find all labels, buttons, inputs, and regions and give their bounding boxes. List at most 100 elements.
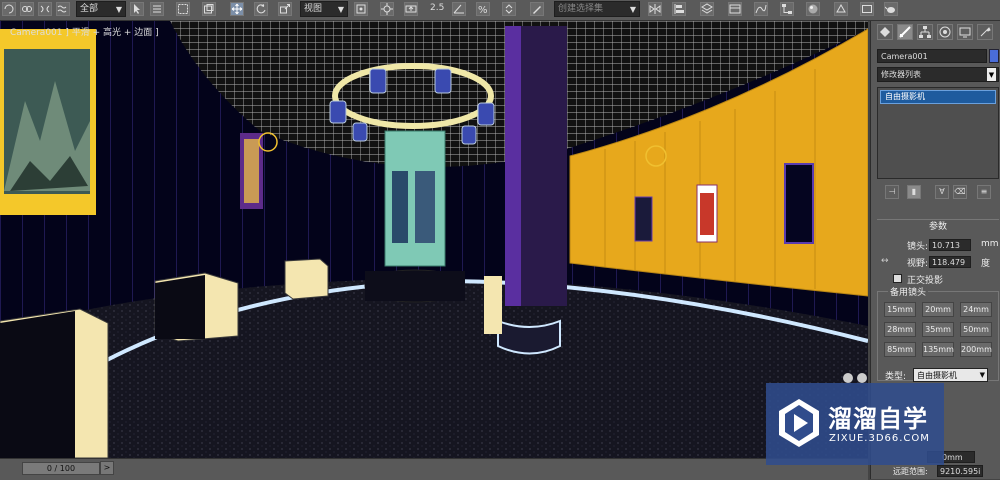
mirror-icon[interactable] [648,2,662,16]
camera-type-label: 类型: [885,372,907,382]
lens-button-85mm[interactable]: 85mm [884,342,916,357]
chevron-down-icon: ▼ [337,5,344,14]
viewport-label[interactable]: Camera001 ] 平滑 + 高光 + 边面 ] [10,25,159,38]
far-range-label: 远距范围: [893,467,928,476]
time-slider[interactable]: 0 / 100 > [0,458,868,480]
schematic-view-icon[interactable] [780,2,794,16]
reference-coordinate-value: 视图 [304,4,323,14]
camera-type-value: 自由摄影机 [917,371,957,380]
display-block-2 [284,258,329,300]
move-icon[interactable] [230,2,244,16]
chevron-down-icon: ▼ [987,68,996,81]
modifier-stack[interactable]: 自由摄影机 [877,87,999,179]
window-crossing-icon[interactable] [202,2,216,16]
named-selection-placeholder: 创建选择集 [558,4,604,14]
orthographic-checkbox[interactable] [893,274,902,283]
select-manipulate-icon[interactable] [380,2,394,16]
stack-toolbar: ⊣ ▮ ∀ ⌫ ≡ [877,184,999,202]
parameters-rollout-title[interactable]: 参数 [877,219,999,234]
lens-button-24mm[interactable]: 24mm [960,302,992,317]
show-end-result-icon[interactable]: ▮ [907,185,921,199]
material-editor-icon[interactable] [806,2,820,16]
align-icon[interactable] [672,2,686,16]
scene-render [0,21,868,458]
frame-readout[interactable]: 0 / 100 [22,462,100,475]
chevron-down-icon: ▼ [115,5,122,14]
selection-filter-dropdown[interactable]: 全部 ▼ [76,1,126,17]
lens-unit: mm [981,239,999,249]
lens-spinner[interactable]: 10.713 [929,239,971,251]
named-selection-set-dropdown[interactable]: 创建选择集 ▼ [554,1,640,17]
floor [0,278,868,458]
render-setup-icon[interactable] [834,2,848,16]
angle-snap-icon[interactable] [452,2,466,16]
motion-tab-icon[interactable] [937,24,953,40]
modify-tab-icon[interactable] [897,24,913,40]
stack-item-free-camera[interactable]: 自由摄影机 [880,90,996,104]
next-frame-button[interactable]: > [100,461,114,475]
lens-button-35mm[interactable]: 35mm [922,322,954,337]
scale-icon[interactable] [278,2,292,16]
remove-modifier-icon[interactable]: ⌫ [953,185,967,199]
fov-spinner[interactable]: 118.479 [929,256,971,268]
fov-label: 视野: [907,259,929,269]
wall-window-1 [634,196,653,242]
rect-selection-icon[interactable] [176,2,190,16]
lens-button-15mm[interactable]: 15mm [884,302,916,317]
configure-modifier-sets-icon[interactable]: ≡ [977,185,991,199]
lens-button-135mm[interactable]: 135mm [922,342,954,357]
watermark-subtitle: ZIXUE.3D66.COM [829,433,930,444]
pin-stack-icon[interactable]: ⊣ [885,185,899,199]
link-icon[interactable] [20,2,34,16]
lens-label: 镜头: [907,242,929,252]
layer-manager-icon[interactable] [700,2,714,16]
curve-editor-icon[interactable] [754,2,768,16]
bind-spacewarp-icon[interactable] [56,2,70,16]
hierarchy-tab-icon[interactable] [917,24,933,40]
watermark-logo-icon [779,399,819,447]
camera-type-dropdown[interactable]: 自由摄影机 ▼ [913,368,988,382]
graphite-ribbon-icon[interactable] [728,2,742,16]
pivot-center-icon[interactable] [354,2,368,16]
lens-button-50mm[interactable]: 50mm [960,322,992,337]
modifier-list-dropdown[interactable]: 修改器列表 ▼ [877,67,999,82]
undo-icon[interactable] [2,2,16,16]
lens-button-28mm[interactable]: 28mm [884,322,916,337]
spinner-snap-icon[interactable] [502,2,516,16]
utilities-tab-icon[interactable] [977,24,993,40]
object-name-field[interactable]: Camera001 [877,49,987,63]
camera-viewport[interactable]: Camera001 ] 平滑 + 高光 + 边面 ] [0,21,868,458]
display-tab-icon[interactable] [957,24,973,40]
svg-text:%: % [478,5,488,15]
create-tab-icon[interactable] [877,24,893,40]
reference-coordinate-dropdown[interactable]: 视图 ▼ [300,1,348,17]
fov-row: ↔ 视野: 118.479 度 [877,256,999,270]
lens-row: 镜头: 10.713 mm [877,239,999,253]
fov-direction-icon[interactable]: ↔ [881,256,889,266]
select-object-icon[interactable] [130,2,144,16]
render-teapot-icon[interactable] [884,2,898,16]
modifier-list-label: 修改器列表 [881,70,921,79]
percent-snap-icon[interactable]: % [476,2,490,16]
rotate-icon[interactable] [254,2,268,16]
render-frame-icon[interactable] [860,2,874,16]
main-toolbar: 全部 ▼ 视图 ▼ 2.5 % 创建选择集 ▼ [0,0,1000,21]
wall-window-2 [784,163,814,244]
snap-toggle-value[interactable]: 2.5 [430,3,444,13]
keyboard-shortcut-icon[interactable] [404,2,418,16]
make-unique-icon[interactable]: ∀ [935,185,949,199]
chevron-down-icon: ▼ [979,371,985,379]
stock-lenses-title: 备用镜头 [888,285,929,298]
watermark: 溜溜自学 ZIXUE.3D66.COM [766,383,944,465]
edit-named-selection-icon[interactable] [530,2,544,16]
selection-filter-value: 全部 [80,4,99,14]
lens-button-200mm[interactable]: 200mm [960,342,992,357]
lens-button-20mm[interactable]: 20mm [922,302,954,317]
unlink-icon[interactable] [38,2,52,16]
select-by-name-icon[interactable] [150,2,164,16]
chevron-down-icon: ▼ [629,5,636,14]
fov-unit: 度 [981,259,991,269]
object-color-swatch[interactable] [989,49,999,63]
display-block-4 [484,276,502,334]
far-range-spinner[interactable]: 9210.595i [937,465,983,477]
